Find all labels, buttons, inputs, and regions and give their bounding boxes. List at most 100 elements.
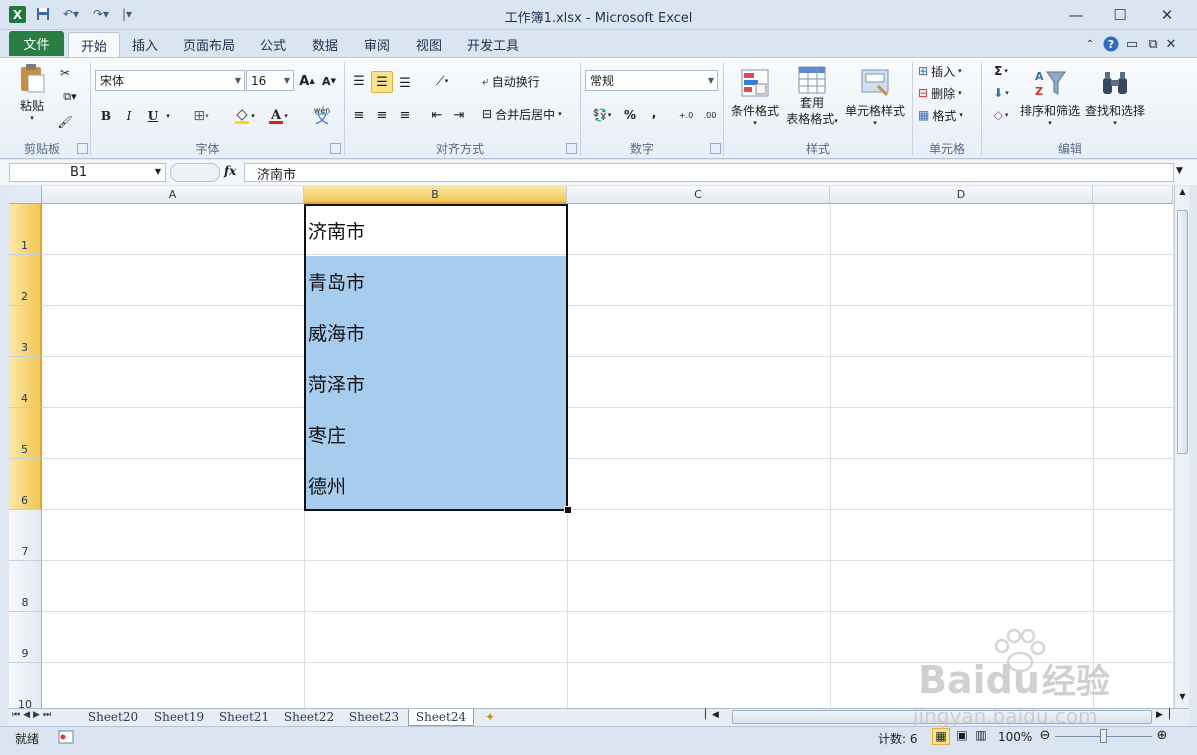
font-color-icon[interactable]: A ▾	[263, 107, 293, 125]
sheet-nav-icons[interactable]: ⏮◀▶⏭	[12, 710, 70, 724]
tab-developer[interactable]: 开发工具	[460, 32, 526, 56]
align-center-icon[interactable]: ≡	[373, 106, 391, 124]
formula-input[interactable]: 济南市	[244, 163, 1174, 183]
cell-b4[interactable]: 菏泽市	[304, 358, 567, 409]
fill-down-icon[interactable]: ⬇ ▾	[988, 84, 1014, 102]
row-header-8[interactable]: 8	[9, 561, 42, 612]
zoom-out-icon[interactable]: ⊖	[1037, 728, 1053, 744]
ribbon-minimize-icon[interactable]: ▭	[1125, 32, 1139, 56]
scroll-down-icon[interactable]: ▼	[1176, 692, 1189, 706]
row-header-10[interactable]: 10	[9, 663, 42, 708]
normal-view-icon[interactable]: ▦	[932, 728, 950, 745]
row-header-1[interactable]: 1	[9, 204, 42, 255]
align-bottom-icon[interactable]: ☰	[396, 74, 414, 92]
insert-cells-button[interactable]: ⊞ 插入 ▾	[918, 62, 976, 80]
clear-icon[interactable]: ◇ ▾	[988, 106, 1014, 124]
align-right-icon[interactable]: ≡	[396, 106, 414, 124]
conditional-formatting-button[interactable]: 条件格式 ▾	[727, 62, 783, 132]
ribbon-restore-icon[interactable]: ⧉	[1145, 32, 1161, 56]
select-all-button[interactable]	[9, 186, 42, 204]
zoom-in-icon[interactable]: ⊕	[1154, 728, 1170, 744]
insert-function-button[interactable]: fx	[224, 164, 242, 182]
page-layout-view-icon[interactable]: ▣	[953, 728, 971, 745]
worksheet-grid[interactable]: A B C D 1 2 3 4 5 6 7 8 9 10 济南市 青岛市 威海市…	[9, 186, 1173, 708]
paste-button[interactable]: 粘贴 ▾	[15, 62, 49, 122]
column-header-a[interactable]: A	[42, 186, 304, 204]
autosum-button[interactable]: Σ ▾	[988, 62, 1014, 80]
decrease-decimal-button[interactable]: .00	[699, 106, 721, 124]
tab-formulas[interactable]: 公式	[250, 32, 296, 56]
sheet-tab-sheet20[interactable]: Sheet20	[82, 709, 144, 725]
bold-button[interactable]: B	[98, 107, 114, 125]
column-header-b[interactable]: B	[304, 186, 567, 204]
row-header-2[interactable]: 2	[9, 255, 42, 306]
tab-page-layout[interactable]: 页面布局	[176, 32, 242, 56]
align-left-icon[interactable]: ≡	[350, 106, 368, 124]
cell-b5[interactable]: 枣庄	[304, 409, 567, 460]
clipboard-dialog-launcher-icon[interactable]	[77, 143, 88, 154]
tab-review[interactable]: 审阅	[354, 32, 400, 56]
fill-color-icon[interactable]: ▾	[229, 107, 259, 125]
borders-icon[interactable]: ⊞ ▾	[186, 107, 216, 125]
shrink-font-button[interactable]: A ▼	[320, 72, 338, 90]
formula-bar-expander[interactable]	[170, 163, 220, 182]
orientation-icon[interactable]: ⟋ ▾	[428, 72, 456, 90]
font-size-combo[interactable]: 16 ▼	[246, 70, 294, 91]
maximize-button[interactable]: ☐	[1101, 4, 1139, 26]
merge-center-button[interactable]: ⊟ 合并后居中 ▾	[482, 105, 576, 123]
column-header-e[interactable]	[1093, 186, 1173, 204]
ribbon-close-icon[interactable]: ✕	[1164, 32, 1178, 56]
sheet-tab-sheet23[interactable]: Sheet23	[343, 709, 405, 725]
insert-sheet-icon[interactable]: ✦	[478, 709, 502, 725]
cell-b1[interactable]: 济南市	[304, 205, 567, 256]
name-box[interactable]: B1 ▼	[9, 163, 166, 182]
sheet-tab-sheet24[interactable]: Sheet24	[408, 709, 474, 726]
wrap-text-button[interactable]: ⤶ 自动换行	[482, 72, 552, 90]
tab-home[interactable]: 开始	[68, 32, 120, 57]
page-break-view-icon[interactable]: ▥	[972, 728, 990, 745]
zoom-level[interactable]: 100%	[998, 730, 1032, 746]
align-middle-icon[interactable]: ☰	[371, 71, 393, 93]
hscroll-right-icon[interactable]: ▶▕	[1156, 710, 1176, 724]
increase-indent-icon[interactable]: ⇥	[450, 106, 468, 124]
cell-b2[interactable]: 青岛市	[304, 256, 567, 307]
collapse-ribbon-icon[interactable]: ⌃	[1083, 32, 1097, 56]
expand-formula-bar-icon[interactable]: ▼	[1176, 166, 1188, 178]
format-painter-icon[interactable]: 🖌	[56, 114, 74, 130]
format-cells-button[interactable]: ▦ 格式 ▾	[918, 106, 976, 124]
align-top-icon[interactable]: ☰	[350, 72, 368, 90]
comma-button[interactable]: ,	[645, 104, 663, 122]
tab-file[interactable]: 文件	[9, 31, 64, 56]
row-header-4[interactable]: 4	[9, 357, 42, 408]
row-header-5[interactable]: 5	[9, 408, 42, 459]
column-header-d[interactable]: D	[830, 186, 1093, 204]
decrease-indent-icon[interactable]: ⇤	[428, 106, 446, 124]
grow-font-button[interactable]: A ▲	[298, 72, 316, 90]
column-header-c[interactable]: C	[567, 186, 830, 204]
increase-decimal-button[interactable]: +.0	[675, 106, 697, 124]
find-select-button[interactable]: 查找和选择 ▾	[1084, 62, 1146, 132]
vertical-scroll-thumb[interactable]	[1177, 210, 1188, 454]
hscroll-left-icon[interactable]: ▏◀	[705, 710, 725, 724]
sheet-tab-sheet22[interactable]: Sheet22	[278, 709, 340, 725]
row-header-7[interactable]: 7	[9, 510, 42, 561]
accounting-format-icon[interactable]: 💱 ▾	[587, 106, 617, 124]
tab-data[interactable]: 数据	[302, 32, 348, 56]
cell-styles-button[interactable]: 单元格样式 ▾	[843, 62, 907, 132]
font-dialog-launcher-icon[interactable]	[330, 143, 341, 154]
row-header-9[interactable]: 9	[9, 612, 42, 663]
minimize-button[interactable]: —	[1057, 4, 1095, 26]
cell-b6[interactable]: 德州	[304, 460, 567, 511]
number-dialog-launcher-icon[interactable]	[710, 143, 721, 154]
row-header-6[interactable]: 6	[9, 459, 42, 510]
italic-button[interactable]: I	[121, 107, 137, 125]
horizontal-scroll-thumb[interactable]	[732, 710, 1152, 724]
phonetic-guide-button[interactable]: wén 文	[305, 104, 339, 126]
number-format-combo[interactable]: 常规 ▼	[585, 70, 718, 91]
font-name-combo[interactable]: 宋体 ▼	[95, 70, 245, 91]
scroll-up-icon[interactable]: ▲	[1176, 187, 1189, 201]
close-button[interactable]: ✕	[1148, 4, 1186, 26]
macro-record-icon[interactable]	[58, 729, 74, 745]
format-as-table-button[interactable]: 套用 表格格式▾	[783, 62, 841, 132]
underline-button[interactable]: U	[145, 107, 161, 125]
